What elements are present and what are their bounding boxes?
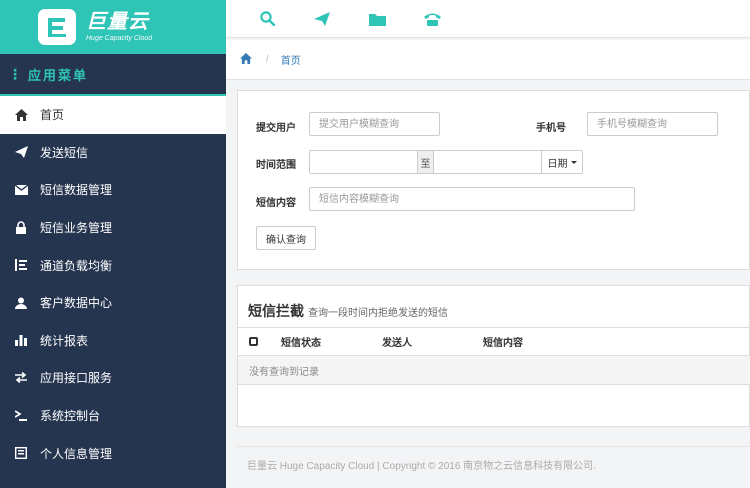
- menu-header: ⋮ 应用菜单: [0, 54, 226, 96]
- brand-name: 巨量云: [86, 11, 149, 33]
- search-panel: 提交用户 手机号 时间范围 至 日期 短信内容 确认查询: [237, 90, 750, 270]
- terminal-icon: [14, 409, 28, 423]
- sidebar-item-home[interactable]: 首页: [0, 96, 226, 134]
- sidebar-item-load-balance[interactable]: 通道负载均衡: [0, 246, 226, 284]
- phone-icon[interactable]: [423, 10, 441, 28]
- logo[interactable]: 巨量云 Huge Capacity Cloud: [0, 0, 226, 54]
- phone-input[interactable]: [587, 112, 718, 136]
- menu-dots-icon: ⋮: [8, 65, 22, 82]
- sidebar-item-api-service[interactable]: 应用接口服务: [0, 359, 226, 397]
- search-icon[interactable]: [258, 10, 276, 28]
- panel-subtitle: 查询一段时间内拒绝发送的短信: [308, 308, 448, 319]
- indent-icon: [14, 258, 28, 272]
- phone-label: 手机号: [536, 123, 566, 134]
- time-range-label: 时间范围: [256, 160, 296, 171]
- sidebar-item-label: 统计报表: [40, 333, 89, 348]
- sidebar: 巨量云 Huge Capacity Cloud ⋮ 应用菜单 首页 发送短信 短…: [0, 0, 226, 488]
- brand-subtitle: Huge Capacity Cloud: [86, 35, 153, 42]
- top-toolbar: [226, 0, 750, 38]
- menu-header-label: 应用菜单: [28, 67, 89, 83]
- sms-intercept-panel: 短信拦截 查询一段时间内拒绝发送的短信 短信状态 发送人 短信内容 没有查询到记…: [237, 285, 750, 427]
- column-header-sender[interactable]: 发送人: [382, 334, 412, 349]
- home-icon[interactable]: [240, 52, 252, 67]
- breadcrumb-separator: /: [266, 54, 269, 65]
- breadcrumb: / 首页: [226, 40, 750, 80]
- lock-icon: [14, 221, 28, 235]
- user-icon: [14, 296, 28, 310]
- sidebar-item-label: 首页: [40, 108, 65, 123]
- confirm-query-button[interactable]: 确认查询: [256, 226, 316, 250]
- breadcrumb-current[interactable]: 首页: [281, 52, 301, 67]
- sidebar-item-sms-business[interactable]: 短信业务管理: [0, 209, 226, 247]
- sidebar-item-label: 短信数据管理: [40, 183, 113, 198]
- sms-content-input[interactable]: [309, 187, 635, 211]
- submit-user-label: 提交用户: [256, 123, 296, 134]
- table-header: 短信状态 发送人 短信内容: [238, 327, 750, 356]
- sidebar-item-profile[interactable]: 个人信息管理: [0, 434, 226, 472]
- sidebar-menu: 首页 发送短信 短信数据管理 短信业务管理 通道负载均衡 客户数据中心 统计报表…: [0, 96, 226, 472]
- bar-chart-icon: [14, 333, 28, 347]
- logo-icon: [38, 9, 76, 45]
- date-range-separator: 至: [417, 150, 434, 174]
- sidebar-item-statistics[interactable]: 统计报表: [0, 322, 226, 360]
- date-type-dropdown[interactable]: 日期: [541, 150, 583, 174]
- empty-table-message: 没有查询到记录: [238, 356, 750, 385]
- sidebar-item-send-sms[interactable]: 发送短信: [0, 134, 226, 172]
- send-icon: [14, 145, 28, 159]
- card-icon: [14, 446, 28, 460]
- caret-down-icon: [570, 160, 577, 164]
- send-icon[interactable]: [313, 10, 331, 28]
- sidebar-item-label: 通道负载均衡: [40, 258, 113, 273]
- panel-title: 短信拦截: [248, 303, 304, 319]
- sidebar-item-label: 短信业务管理: [40, 221, 113, 236]
- date-type-label: 日期: [547, 158, 568, 170]
- sidebar-item-console[interactable]: 系统控制台: [0, 397, 226, 435]
- sidebar-item-label: 系统控制台: [40, 409, 101, 424]
- envelope-icon: [14, 183, 28, 197]
- sidebar-item-label: 应用接口服务: [40, 371, 113, 386]
- end-date-input[interactable]: [433, 150, 542, 174]
- transfer-icon: [14, 371, 28, 385]
- sidebar-item-label: 客户数据中心: [40, 296, 113, 311]
- sidebar-item-label: 发送短信: [40, 145, 89, 160]
- sms-content-label: 短信内容: [256, 198, 296, 209]
- sidebar-item-label: 个人信息管理: [40, 446, 113, 461]
- home-icon: [14, 108, 28, 122]
- submit-user-input[interactable]: [309, 112, 440, 136]
- column-header-status[interactable]: 短信状态: [281, 334, 321, 349]
- column-header-content[interactable]: 短信内容: [483, 334, 523, 349]
- sidebar-item-customer-data[interactable]: 客户数据中心: [0, 284, 226, 322]
- folder-icon[interactable]: [368, 10, 386, 28]
- sidebar-item-sms-data[interactable]: 短信数据管理: [0, 171, 226, 209]
- select-all-checkbox[interactable]: [249, 337, 258, 346]
- start-date-input[interactable]: [309, 150, 418, 174]
- footer: 巨量云 Huge Capacity Cloud | Copyright © 20…: [237, 446, 750, 472]
